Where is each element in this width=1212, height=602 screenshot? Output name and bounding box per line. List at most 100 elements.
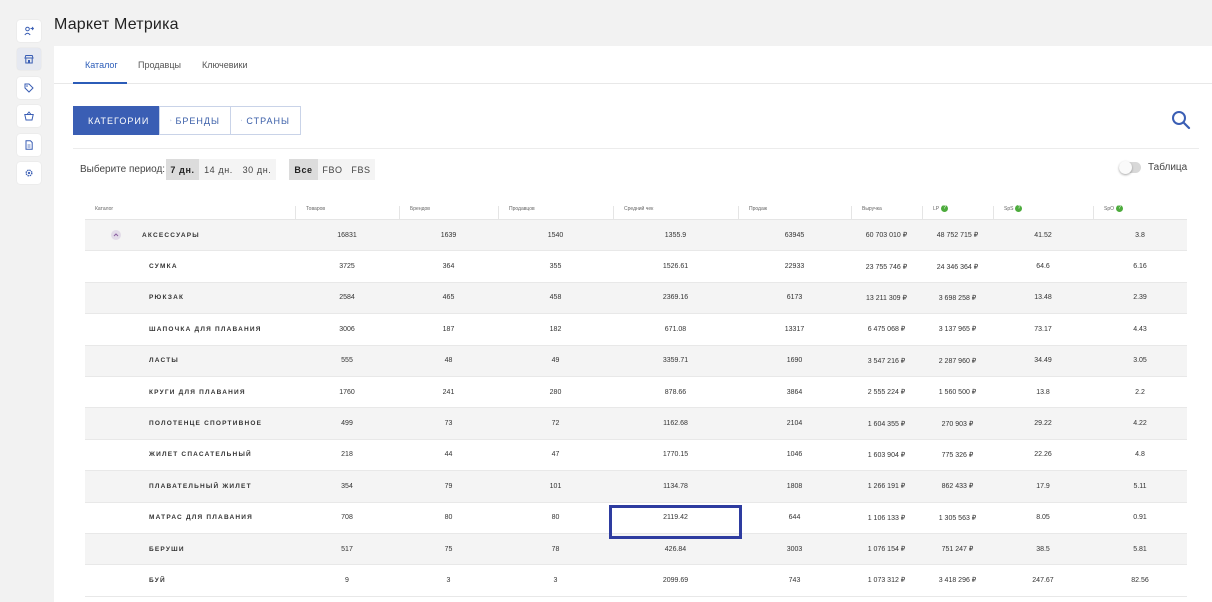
column-header-lp[interactable]: LP?: [922, 205, 993, 220]
table-row[interactable]: ПОЛОТЕНЦЕ СПОРТИВНОЕ 499 73 72 1162.68 2104 1 …: [85, 408, 1187, 440]
cell-sales: 3864: [786, 388, 803, 396]
column-header-sales[interactable]: Продаж: [738, 206, 851, 220]
column-header-spo[interactable]: SpO?: [1093, 205, 1187, 220]
table-row[interactable]: АКСЕССУАРЫ 16831 1639 1540 1355.9 63945 60 703…: [85, 220, 1187, 252]
sidebar-item-tag[interactable]: [17, 77, 41, 99]
categories-button[interactable]: КАТЕГОРИИ: [73, 106, 160, 135]
sidebar-item-settings[interactable]: [17, 162, 41, 184]
table-header: Каталог Товаров Брендов Продавцов Средни…: [85, 200, 1187, 220]
category-name[interactable]: СУМКА: [149, 251, 178, 281]
tab-keywords[interactable]: Ключевики: [202, 60, 248, 70]
sidebar-item-basket[interactable]: [17, 105, 41, 127]
column-header-brands[interactable]: Брендов: [399, 206, 498, 220]
table-toggle-label: Таблица: [1148, 162, 1188, 173]
cell-brands: 48: [444, 357, 453, 365]
cell-sales: 1046: [786, 451, 803, 459]
column-header-revenue[interactable]: Выручка: [851, 206, 922, 220]
column-header-sps[interactable]: SpS?: [993, 205, 1093, 220]
category-name[interactable]: МАТРАС ДЛЯ ПЛАВАНИЯ: [149, 503, 253, 533]
table-row[interactable]: ШАПОЧКА ДЛЯ ПЛАВАНИЯ 3006 187 182 671.08 1331…: [85, 314, 1187, 346]
cell-sellers: 72: [551, 420, 560, 428]
tab-sellers[interactable]: Продавцы: [138, 60, 181, 70]
category-name[interactable]: БЕРУШИ: [149, 534, 185, 564]
table-view-toggle[interactable]: [1119, 161, 1141, 174]
table-row[interactable]: ЖИЛЕТ СПАСАТЕЛЬНЫЙ 218 44 47 1770.15 1046 1 60…: [85, 440, 1187, 472]
category-name[interactable]: ЛАСТЫ: [149, 346, 179, 376]
cell-spo: 4.43: [1133, 325, 1147, 333]
cell-spo: 2.39: [1133, 294, 1147, 302]
column-header-sellers[interactable]: Продавцов: [498, 206, 613, 220]
cell-avg-check: 2119.42: [663, 514, 688, 522]
sidebar-item-person-arrow[interactable]: [17, 20, 41, 42]
table-row[interactable]: ПЛАВАТЕЛЬНЫЙ ЖИЛЕТ 354 79 101 1134.78 1808 1 2…: [85, 471, 1187, 503]
category-name[interactable]: ЖИЛЕТ СПАСАТЕЛЬНЫЙ: [149, 440, 252, 470]
category-name[interactable]: КРУГИ ДЛЯ ПЛАВАНИЯ: [149, 377, 246, 407]
countries-button[interactable]: СТРАНЫ: [230, 106, 301, 135]
brands-button[interactable]: БРЕНДЫ: [159, 106, 231, 135]
period-14-days[interactable]: 14 дн.: [199, 159, 238, 180]
category-name[interactable]: АКСЕССУАРЫ: [142, 220, 200, 250]
tab-catalog[interactable]: Каталог: [85, 60, 118, 70]
column-header-avg-check[interactable]: Средний чек: [613, 206, 738, 220]
column-header-products[interactable]: Товаров: [295, 206, 399, 220]
cell-lp: 3 698 258 ₽: [938, 294, 977, 302]
collapse-chevron-icon[interactable]: [111, 230, 121, 240]
storefront-icon: [24, 55, 34, 64]
cell-revenue: 1 076 154 ₽: [867, 546, 906, 554]
cell-revenue: 1 073 312 ₽: [867, 577, 906, 585]
fulfillment-all[interactable]: Все: [289, 159, 318, 180]
help-icon[interactable]: ?: [1116, 205, 1124, 212]
help-icon[interactable]: ?: [1015, 205, 1023, 212]
category-name[interactable]: ПЛАВАТЕЛЬНЫЙ ЖИЛЕТ: [149, 471, 252, 501]
cell-avg-check: 3359.71: [662, 357, 689, 365]
table-row[interactable]: МАТРАС ДЛЯ ПЛАВАНИЯ 708 80 80 2119.42 644 1 10…: [85, 503, 1187, 534]
table-row[interactable]: РЮКЗАК 2584 465 458 2369.16 6173 13 211 309 ₽ 3…: [85, 282, 1187, 315]
table-row[interactable]: ЛАСТЫ 555 48 49 3359.71 1690 3 547 216 ₽ 2 287 …: [85, 345, 1187, 377]
table-body: АКСЕССУАРЫ 16831 1639 1540 1355.9 63945 60 703…: [85, 220, 1187, 597]
cell-brands: 44: [444, 451, 453, 459]
table-row[interactable]: БУЙ 9 3 3 2099.69 743 1 073 312 ₽ 3 418 296 ₽ 24…: [85, 565, 1187, 597]
table-row[interactable]: БЕРУШИ 517 75 78 426.84 3003 1 076 154 ₽ 751 24…: [85, 533, 1187, 566]
category-name[interactable]: ПОЛОТЕНЦЕ СПОРТИВНОЕ: [149, 408, 262, 438]
table-row[interactable]: СУМКА 3725 364 355 1526.61 22933 23 755 746 ₽ 2…: [85, 251, 1187, 283]
cell-sellers: 3: [553, 576, 558, 584]
cell-revenue: 60 703 010 ₽: [865, 232, 908, 240]
sidebar-item-storefront[interactable]: [17, 48, 41, 70]
cell-sps: 34.49: [1034, 357, 1052, 365]
cell-sps: 247.67: [1032, 576, 1054, 584]
cell-spo: 6.16: [1133, 263, 1147, 271]
help-icon[interactable]: ?: [941, 205, 949, 212]
cell-sps: 8.05: [1036, 514, 1050, 522]
cell-spo: 2.2: [1135, 388, 1145, 396]
cell-sps: 38.5: [1036, 545, 1050, 553]
cell-sellers: 101: [549, 482, 562, 490]
period-7-days[interactable]: 7 дн.: [166, 159, 199, 180]
fulfillment-fbo[interactable]: FBO: [318, 159, 347, 180]
category-name[interactable]: БУЙ: [149, 565, 166, 595]
period-30-days[interactable]: 30 дн.: [238, 159, 276, 180]
cell-spo: 82.56: [1131, 576, 1149, 584]
fulfillment-fbs[interactable]: FBS: [347, 159, 375, 180]
gear-icon: [25, 169, 33, 177]
search-icon[interactable]: [1171, 110, 1191, 130]
category-name[interactable]: РЮКЗАК: [149, 283, 184, 313]
cell-avg-check: 1526.61: [662, 263, 689, 271]
cell-brands: 187: [442, 325, 455, 333]
column-header-catalog[interactable]: Каталог: [85, 206, 295, 220]
cell-revenue: 13 211 309 ₽: [866, 294, 907, 302]
toolbar-divider: [73, 148, 1199, 149]
cell-sales: 1808: [786, 482, 803, 490]
table-row[interactable]: КРУГИ ДЛЯ ПЛАВАНИЯ 1760 241 280 878.66 3864 2 …: [85, 377, 1187, 409]
cell-lp: 2 287 960 ₽: [938, 357, 977, 365]
cell-avg-check: 1162.68: [663, 420, 688, 428]
cell-avg-check: 2369.16: [662, 294, 689, 302]
cell-items: 708: [341, 514, 353, 522]
cell-sellers: 355: [549, 263, 562, 271]
cell-spo: 0.91: [1133, 514, 1147, 522]
cell-items: 1760: [339, 388, 355, 396]
cell-brands: 80: [444, 514, 453, 522]
sidebar-item-document[interactable]: [17, 134, 41, 156]
category-name[interactable]: ШАПОЧКА ДЛЯ ПЛАВАНИЯ: [149, 314, 262, 344]
cell-sellers: 182: [549, 325, 562, 333]
cell-lp: 3 418 296 ₽: [938, 577, 977, 585]
